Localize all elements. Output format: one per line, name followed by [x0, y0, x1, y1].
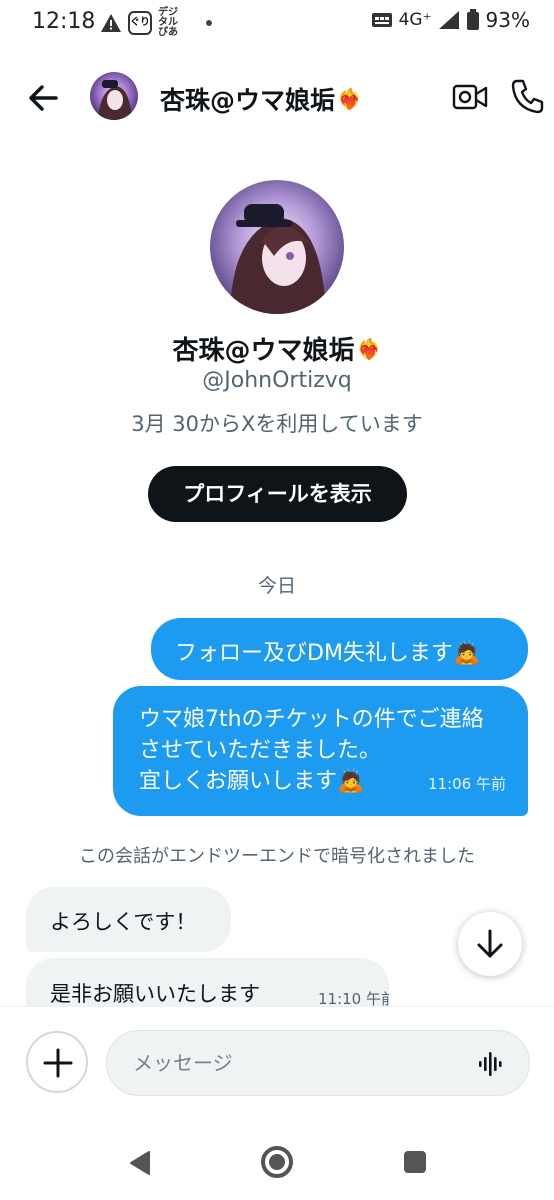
plus-icon: [43, 1048, 73, 1078]
profile-avatar[interactable]: [210, 180, 344, 314]
app-notification-icon: ぐり: [128, 11, 152, 35]
fire-heart-emoji: ❤️‍🔥: [337, 87, 362, 111]
encryption-notice: この会話がエンドツーエンドで暗号化されました: [79, 846, 475, 867]
bowing-emoji: 🙇: [452, 641, 481, 666]
arrow-down-icon: [477, 929, 503, 958]
more-notifications-dot-icon: [206, 20, 212, 26]
video-call-icon[interactable]: [452, 80, 488, 114]
incoming-message[interactable]: よろしくです！: [26, 887, 231, 952]
battery-percent: 93%: [485, 8, 530, 32]
profile-name: 杏珠@ウマ娘垢 ❤️‍🔥: [0, 330, 554, 367]
message-timestamp: 11:06 午前: [428, 775, 506, 793]
sim-icon: [371, 13, 392, 27]
pia-notification-icon: デジタル ぴあ: [158, 7, 178, 38]
message-composer: [0, 1006, 554, 1110]
battery-icon: [466, 9, 479, 30]
system-indicators: 4G⁺ 93%: [371, 8, 530, 32]
status-bar: 12:18 ぐり デジタル ぴあ 4G⁺ 93%: [0, 0, 554, 44]
profile-handle: @JohnOrtizvq: [202, 368, 352, 393]
add-attachment-button[interactable]: [26, 1031, 88, 1093]
nav-home-icon[interactable]: [261, 1146, 293, 1178]
signal-icon: [438, 11, 459, 29]
nav-recent-apps-icon[interactable]: [404, 1151, 426, 1173]
message-text: フォロー及びDM失礼します: [175, 641, 453, 666]
outgoing-message[interactable]: フォロー及びDM失礼します🙇: [151, 618, 528, 680]
header-avatar[interactable]: [90, 72, 138, 120]
conversation-header: 杏珠@ウマ娘垢 ❤️‍🔥: [0, 58, 554, 136]
phone-call-icon[interactable]: [510, 78, 544, 114]
notification-icons: ぐり デジタル ぴあ: [100, 8, 212, 38]
nav-back-icon[interactable]: [128, 1150, 152, 1176]
outgoing-message[interactable]: ウマ娘7thのチケットの件でご連絡 させていただきました。 宜しくお願いします🙇…: [113, 686, 528, 816]
message-text: 是非お願いいたします: [50, 982, 260, 1006]
incoming-message[interactable]: 是非お願いいたします 11:10 午前: [26, 958, 389, 1008]
header-name-text: 杏珠@ウマ娘垢: [160, 86, 336, 115]
message-text: よろしくです！: [50, 910, 197, 934]
profile-joined-date: 3月 30からXを利用しています: [131, 412, 423, 436]
status-time: 12:18: [32, 9, 96, 34]
network-type: 4G⁺: [398, 10, 432, 30]
message-line: させていただきました。: [139, 738, 382, 763]
profile-name-text: 杏珠@ウマ娘垢: [172, 336, 355, 366]
message-line: 宜しくお願いします: [139, 769, 338, 794]
back-arrow-icon[interactable]: [24, 80, 64, 116]
message-input-container: [106, 1030, 530, 1096]
bowing-emoji: 🙇: [337, 769, 365, 794]
scroll-to-bottom-button[interactable]: [458, 912, 522, 976]
fire-heart-emoji: ❤️‍🔥: [356, 336, 382, 361]
voice-message-icon[interactable]: [477, 1051, 505, 1077]
date-divider: 今日: [257, 575, 296, 597]
message-line: ウマ娘7thのチケットの件でご連絡: [139, 707, 484, 732]
system-navigation-bar: [0, 1120, 554, 1200]
message-timestamp: 11:10 午前: [318, 990, 389, 1008]
message-input[interactable]: [133, 1031, 453, 1095]
warning-icon: [101, 14, 121, 32]
header-title: 杏珠@ウマ娘垢 ❤️‍🔥: [160, 81, 362, 117]
view-profile-button[interactable]: プロフィールを表示: [148, 466, 407, 522]
